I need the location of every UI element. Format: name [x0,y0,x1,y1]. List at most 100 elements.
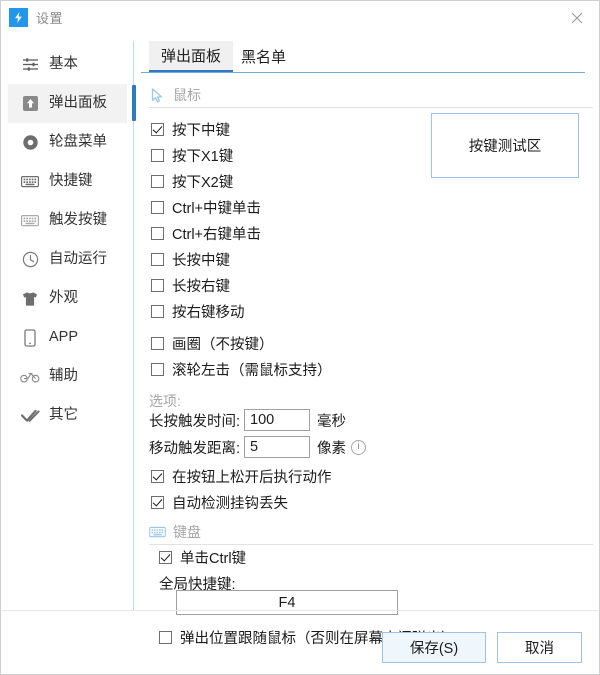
sidebar-item-popup-panel[interactable]: 弹出面板 [8,84,127,123]
checkbox-label: 长按中键 [172,253,230,269]
mouse-section-title: 鼠标 [173,87,201,103]
sidebar-divider [133,41,134,611]
lightning-bolt-icon [9,8,28,27]
checkbox-execute-on-release[interactable] [151,470,164,483]
checkbox-label: 单击Ctrl键 [180,551,247,567]
checkbox-row-wheel-left-click[interactable]: 滚轮左击（需鼠标支持） [151,359,332,380]
long-press-duration-unit: 毫秒 [317,413,347,430]
checkbox-label: 长按右键 [172,279,230,295]
options-label: 选项: [149,393,181,409]
checkbox-x2-click[interactable] [151,175,164,188]
checkbox-wheel-left-click[interactable] [151,363,164,376]
sidebar-item-hotkeys[interactable]: 快捷键 [8,162,127,201]
checkbox-row-auto-detect-hook-loss[interactable]: 自动检测挂钩丢失 [151,492,288,513]
close-icon[interactable] [554,1,599,34]
mouse-section-rule [149,107,593,108]
sidebar-item-assist[interactable]: 辅助 [8,357,127,396]
checkbox-row-x1-click[interactable]: 按下X1键 [151,145,233,166]
key-test-area[interactable]: 按键测试区 [431,113,579,178]
checkbox-label: Ctrl+右键单击 [172,227,262,243]
keyboard-icon [20,172,40,192]
sidebar-item-label: 基本 [49,56,78,73]
checkbox-row-long-press-right[interactable]: 长按右键 [151,275,230,296]
checkbox-right-drag[interactable] [151,305,164,318]
sidebar-item-label: 自动运行 [49,251,107,268]
phone-icon [20,328,40,348]
checkbox-x1-click[interactable] [151,149,164,162]
tab-popup-panel[interactable]: 弹出面板 [149,41,234,73]
keyboard-section-rule [149,544,593,545]
sidebar-item-label: 外观 [49,290,78,307]
checkbox-middle-click[interactable] [151,123,164,136]
mouse-section-header: 鼠标 [149,85,201,105]
checkbox-draw-circle[interactable] [151,337,164,350]
sidebar-item-label: 快捷键 [49,173,93,190]
sidebar-item-appearance[interactable]: 外观 [8,279,127,318]
checkbox-label: Ctrl+中键单击 [172,201,262,217]
keyboard-section-title: 键盘 [173,524,201,540]
checkbox-row-x2-click[interactable]: 按下X2键 [151,171,233,192]
tab-label: 弹出面板 [161,48,222,65]
keyboard-icon [149,524,166,540]
checkbox-click-ctrl[interactable] [159,551,172,564]
tab-blacklist[interactable]: 黑名单 [229,41,298,72]
move-trigger-distance-input[interactable]: 5 [244,436,311,458]
move-trigger-distance-unit: 像素 [317,440,347,457]
cursor-arrow-icon [149,87,166,103]
sidebar-item-auto-run[interactable]: 自动运行 [8,240,127,279]
sidebar-item-app[interactable]: APP [8,318,127,357]
checkbox-row-middle-click[interactable]: 按下中键 [151,119,230,140]
long-press-duration-input[interactable]: 100 [244,409,311,431]
sidebar-item-other[interactable]: 其它 [8,396,127,435]
sliders-icon [20,55,40,75]
double-check-icon [20,406,40,426]
sidebar-item-basic[interactable]: 基本 [8,45,127,84]
checkbox-long-press-right[interactable] [151,279,164,292]
checkbox-long-press-middle[interactable] [151,253,164,266]
info-icon[interactable]: i [351,439,367,455]
sidebar-item-trigger-keys[interactable]: 触发按键 [8,201,127,240]
sidebar-item-label: 触发按键 [49,212,107,229]
circle-dot-icon [20,133,40,153]
long-press-duration-label: 长按触发时间: [149,413,241,430]
sidebar-item-label: 弹出面板 [49,95,107,112]
checkbox-label: 自动检测挂钩丢失 [172,496,288,512]
checkbox-ctrl-middle-click[interactable] [151,201,164,214]
keyboard-section-header: 键盘 [149,522,201,542]
checkbox-label: 画圈（不按键） [172,337,274,353]
checkbox-label: 按下中键 [172,123,230,139]
move-trigger-distance-label: 移动触发距离: [149,440,241,457]
checkbox-row-execute-on-release[interactable]: 在按钮上松开后执行动作 [151,466,332,487]
footer-divider [2,610,598,611]
tab-bar: 弹出面板 黑名单 [141,41,593,74]
sidebar: 基本 弹出面板 轮盘菜单 快捷键 触发按键 自动运行 外观 APP 辅助 其它 [2,35,133,607]
window-title: 设置 [36,11,64,26]
checkbox-label: 在按钮上松开后执行动作 [172,470,332,486]
sidebar-scroll-thumb[interactable] [132,85,136,121]
title-bar: 设置 [1,1,599,34]
move-trigger-distance-row: 移动触发距离: 5 像素 i [149,436,367,458]
sidebar-item-label: APP [49,329,79,346]
checkbox-row-draw-circle[interactable]: 画圈（不按键） [151,333,274,354]
sidebar-item-label: 轮盘菜单 [49,134,107,151]
settings-window: 设置 基本 弹出面板 轮盘菜单 快捷键 触发按键 自动运行 外观 APP 辅助 … [0,0,600,675]
checkbox-popup-follow-mouse[interactable] [159,631,172,644]
keyboard-light-icon [20,211,40,231]
checkbox-auto-detect-hook-loss[interactable] [151,496,164,509]
checkbox-ctrl-right-click[interactable] [151,227,164,240]
checkbox-row-ctrl-middle-click[interactable]: Ctrl+中键单击 [151,197,261,218]
tab-label: 黑名单 [241,49,287,66]
checkbox-row-long-press-middle[interactable]: 长按中键 [151,249,230,270]
checkbox-row-right-drag[interactable]: 按右键移动 [151,301,245,322]
global-hotkey-input[interactable]: F4 [176,590,398,615]
save-button[interactable]: 保存(S) [382,632,486,663]
sidebar-item-wheel-menu[interactable]: 轮盘菜单 [8,123,127,162]
checkbox-row-ctrl-right-click[interactable]: Ctrl+右键单击 [151,223,261,244]
checkbox-row-click-ctrl[interactable]: 单击Ctrl键 [159,547,246,568]
checkbox-label: 按下X1键 [172,149,234,165]
checkbox-label: 滚轮左击（需鼠标支持） [172,363,332,379]
clock-icon [20,250,40,270]
long-press-duration-row: 长按触发时间: 100 毫秒 [149,409,346,431]
checkbox-label: 按下X2键 [172,175,234,191]
cancel-button[interactable]: 取消 [497,632,582,663]
